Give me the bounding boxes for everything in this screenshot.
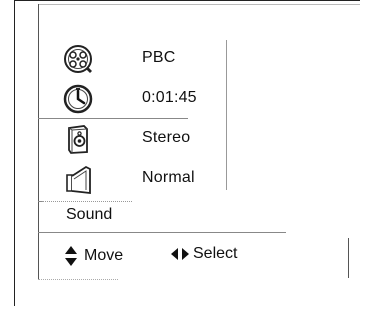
film-reel-icon xyxy=(62,43,94,75)
menu-item-sound-mode[interactable]: Normal xyxy=(38,160,228,198)
menu-item-time[interactable]: 0:01:45 xyxy=(38,80,228,118)
speaker-icon xyxy=(62,123,94,155)
sound-mode-icon xyxy=(62,163,94,195)
menu-item-label: Normal xyxy=(142,169,195,186)
menu-bottom-border xyxy=(38,279,118,280)
menu-item-pbc[interactable]: PBC xyxy=(38,40,228,78)
frame-left-border xyxy=(14,0,15,306)
menu-divider-dotted xyxy=(42,201,132,202)
left-right-arrows-icon xyxy=(171,248,189,260)
hint-select: Select xyxy=(170,245,237,263)
up-down-arrows-icon xyxy=(65,246,77,266)
menu-section-title: Sound xyxy=(66,206,113,223)
menu-divider xyxy=(38,118,188,119)
menu-item-label: 0:01:45 xyxy=(142,89,197,106)
menu-divider-stub xyxy=(38,201,42,202)
menu-item-label: PBC xyxy=(142,49,176,66)
frame-top-border xyxy=(14,0,360,1)
hint-move-label: Move xyxy=(84,247,124,264)
clock-icon xyxy=(62,83,94,115)
menu-item-label: Stereo xyxy=(142,129,191,146)
menu-top-border xyxy=(38,4,360,5)
hint-select-label: Select xyxy=(193,245,238,262)
hint-move: Move xyxy=(64,245,123,267)
menu-right-border xyxy=(348,238,349,278)
menu-footer-divider xyxy=(38,232,286,233)
menu-item-audio-channel[interactable]: Stereo xyxy=(38,120,228,158)
